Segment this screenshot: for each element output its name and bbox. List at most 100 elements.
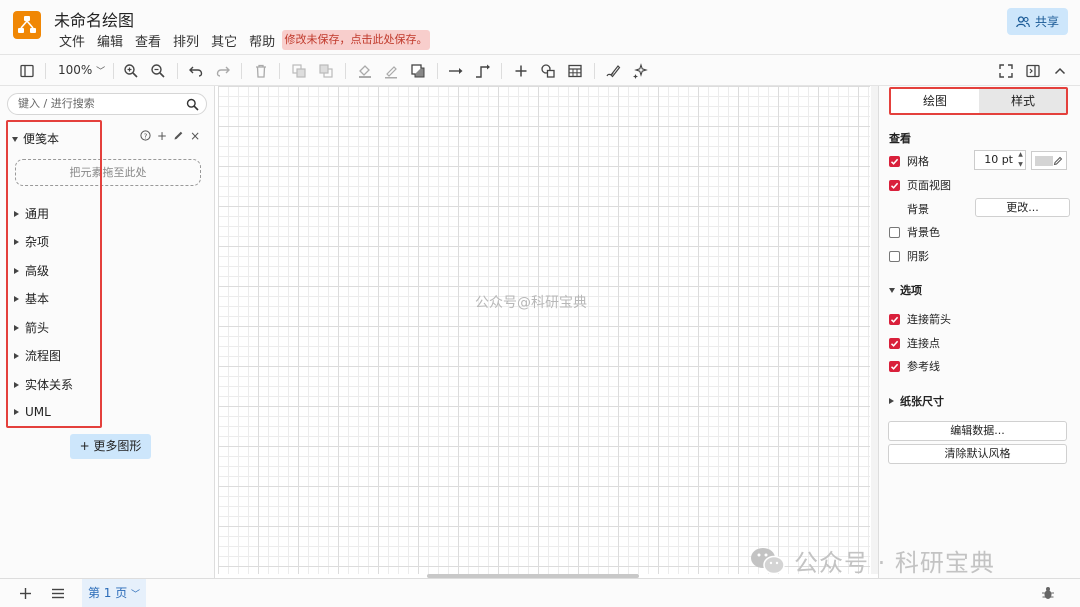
page-bar: 第 1 页 ﹀ <box>0 578 1080 607</box>
connection-arrow-icon[interactable] <box>447 62 465 80</box>
shape-search <box>7 93 207 115</box>
bug-status-icon[interactable] <box>1041 586 1055 601</box>
add-icon[interactable]: + <box>157 129 167 143</box>
menu-extras[interactable]: 其它 <box>205 31 243 50</box>
background-color-option[interactable]: 背景色 <box>889 224 940 240</box>
app-header: 未命名绘图 文件 编辑 查看 排列 其它 帮助 修改未保存，点击此处保存。 共享 <box>0 0 1080 54</box>
toolbar-divider <box>177 63 178 79</box>
toolbar-divider <box>279 63 280 79</box>
menu-help[interactable]: 帮助 <box>243 31 281 50</box>
share-button[interactable]: 共享 <box>1007 8 1068 35</box>
caret-up-icon[interactable]: ▲ <box>1015 150 1026 160</box>
delete-icon[interactable] <box>252 62 270 80</box>
options-label: 选项 <box>900 284 922 297</box>
zoom-value: 100% <box>58 63 93 77</box>
insert-plus-icon[interactable] <box>512 62 530 80</box>
magic-sparkle-icon[interactable] <box>631 62 649 80</box>
line-color-icon[interactable] <box>382 62 400 80</box>
toolbar-divider <box>113 63 114 79</box>
toolbar-divider <box>501 63 502 79</box>
paper-size-section-title[interactable]: 纸张尺寸 <box>889 393 944 409</box>
menu-bar: 文件 编辑 查看 排列 其它 帮助 <box>53 31 281 50</box>
canvas-watermark: 公众号@科研宝典 <box>475 295 587 311</box>
to-front-icon[interactable] <box>290 62 308 80</box>
grid-color-picker[interactable] <box>1031 151 1067 170</box>
grid-option[interactable]: 网格 <box>889 153 929 169</box>
shadow-label: 阴影 <box>907 250 929 263</box>
menu-view[interactable]: 查看 <box>129 31 167 50</box>
drawio-logo-icon[interactable] <box>13 11 41 39</box>
undo-icon[interactable] <box>187 62 205 80</box>
waypoints-icon[interactable] <box>474 62 492 80</box>
paper-size-label: 纸张尺寸 <box>900 395 944 408</box>
grid-checkbox[interactable] <box>889 155 900 167</box>
to-back-icon[interactable] <box>317 62 335 80</box>
more-shapes-button[interactable]: + 更多图形 <box>70 434 151 459</box>
toolbar-divider <box>345 63 346 79</box>
close-icon[interactable]: × <box>190 129 200 143</box>
format-panel-toggle-icon[interactable] <box>18 62 36 80</box>
search-icon[interactable] <box>186 98 199 111</box>
collapse-toolbar-icon[interactable] <box>1051 62 1069 80</box>
help-icon[interactable]: ? <box>140 130 151 141</box>
format-panel-right-icon[interactable] <box>1024 62 1042 80</box>
connect-points-checkbox[interactable] <box>889 337 900 349</box>
guides-checkbox[interactable] <box>889 360 900 372</box>
document-title[interactable]: 未命名绘图 <box>54 7 134 31</box>
connect-points-option[interactable]: 连接点 <box>889 335 940 351</box>
shadow-checkbox[interactable] <box>889 250 900 262</box>
svg-text:?: ? <box>144 132 148 140</box>
edit-data-button[interactable]: 编辑数据... <box>888 421 1067 441</box>
menu-arrange[interactable]: 排列 <box>167 31 205 50</box>
share-label: 共享 <box>1034 15 1059 29</box>
watermark-text: 公众号 · 科研宝典 <box>794 549 995 577</box>
clear-default-style-button[interactable]: 清除默认风格 <box>888 444 1067 464</box>
connect-arrows-checkbox[interactable] <box>889 313 900 325</box>
page-tab-1[interactable]: 第 1 页 ﹀ <box>82 579 146 607</box>
drawing-canvas[interactable] <box>218 86 870 574</box>
page-view-checkbox[interactable] <box>889 179 900 191</box>
shape-search-input[interactable] <box>18 97 178 110</box>
view-section-title: 查看 <box>889 132 911 145</box>
zoom-level[interactable]: 100% ﹀ <box>58 63 105 77</box>
grid-label: 网格 <box>907 155 929 168</box>
pages-menu-icon[interactable] <box>51 588 65 599</box>
edit-pencil-icon[interactable] <box>173 130 184 141</box>
fill-color-icon[interactable] <box>356 62 374 80</box>
connect-points-label: 连接点 <box>907 337 940 350</box>
redo-icon[interactable] <box>214 62 232 80</box>
page-view-label: 页面视图 <box>907 179 951 192</box>
shapes-icon[interactable] <box>539 62 557 80</box>
table-icon[interactable] <box>566 62 584 80</box>
chevron-down-icon: ﹀ <box>131 590 141 600</box>
zoom-out-icon[interactable] <box>149 62 167 80</box>
connect-arrows-option[interactable]: 连接箭头 <box>889 311 951 327</box>
grid-size-stepper[interactable]: ▲ ▼ <box>1015 150 1026 170</box>
vertical-scrollbar[interactable] <box>871 86 878 574</box>
options-section-title[interactable]: 选项 <box>889 282 922 298</box>
unsaved-changes-notice[interactable]: 修改未保存，点击此处保存。 <box>282 30 430 50</box>
freehand-draw-icon[interactable] <box>604 62 622 80</box>
wechat-logo-icon <box>751 547 785 574</box>
background-color-checkbox[interactable] <box>889 226 900 238</box>
background-color-label: 背景色 <box>907 226 940 239</box>
users-icon <box>1016 15 1030 27</box>
caret-down-icon[interactable]: ▼ <box>1015 160 1026 170</box>
change-background-button[interactable]: 更改... <box>975 198 1070 217</box>
fullscreen-icon[interactable] <box>997 62 1015 80</box>
menu-edit[interactable]: 编辑 <box>91 31 129 50</box>
menu-file[interactable]: 文件 <box>53 31 91 50</box>
toolbar-divider <box>437 63 438 79</box>
highlight-frame-left <box>6 120 102 428</box>
page-view-option[interactable]: 页面视图 <box>889 177 951 193</box>
guides-label: 参考线 <box>907 360 940 373</box>
connect-arrows-label: 连接箭头 <box>907 313 951 326</box>
add-page-icon[interactable] <box>19 587 32 600</box>
toolbar-divider <box>241 63 242 79</box>
shadow-icon[interactable] <box>409 62 427 80</box>
guides-option[interactable]: 参考线 <box>889 358 940 374</box>
grid-color-swatch <box>1035 156 1053 166</box>
toolbar-divider <box>594 63 595 79</box>
zoom-in-icon[interactable] <box>122 62 140 80</box>
shadow-option[interactable]: 阴影 <box>889 248 929 264</box>
